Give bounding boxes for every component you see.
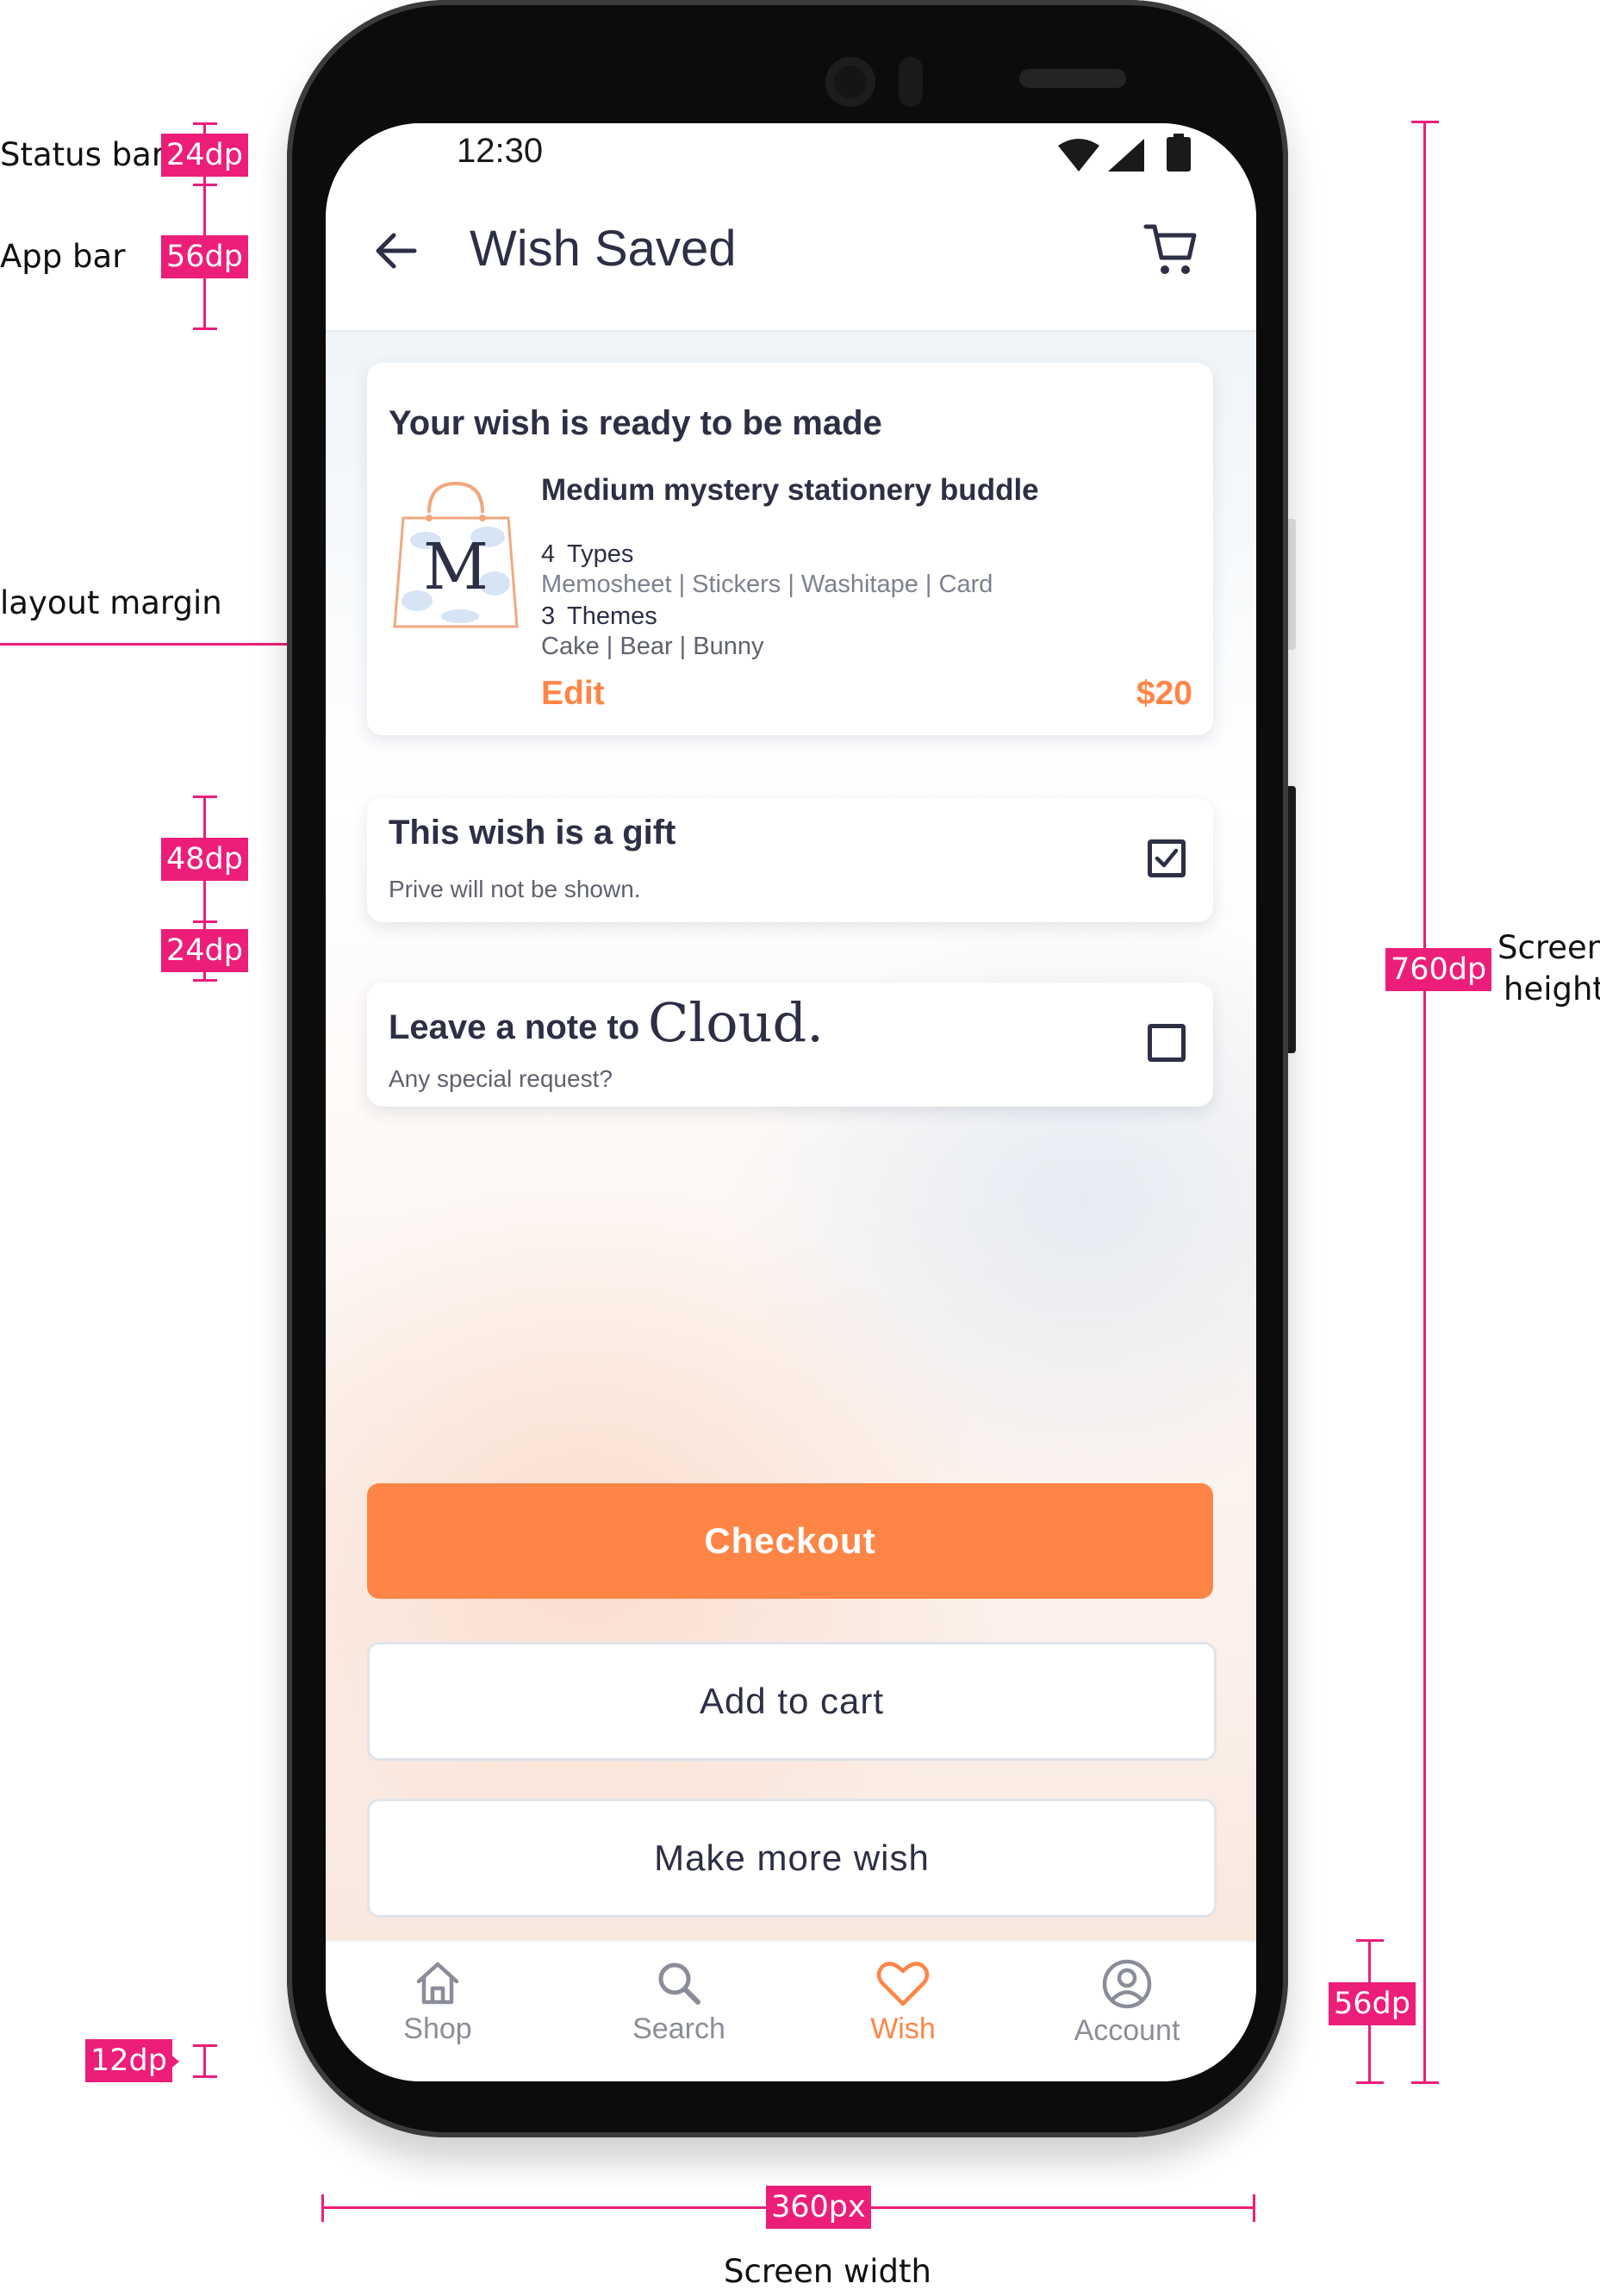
measure-tick (1356, 2081, 1384, 2084)
note-checkbox[interactable] (1148, 1024, 1186, 1062)
status-app-measure-line (203, 122, 206, 329)
note-subtitle: Any special request? (389, 1065, 613, 1092)
edit-link[interactable]: Edit (541, 675, 605, 713)
status-time: 12:30 (457, 132, 544, 170)
themes-list: Cake | Bear | Bunny (541, 633, 764, 660)
types-list: Memosheet | Stickers | Washitape | Card (541, 571, 993, 598)
camera-sensor (899, 57, 923, 107)
status-bar-annotation-label: Status bar (0, 136, 165, 173)
wifi-icon (1058, 139, 1099, 172)
measure-tick (321, 2194, 324, 2222)
home-icon (416, 1962, 459, 2005)
themes-count: 3 (541, 602, 556, 630)
nav-label-wish: Wish (870, 2012, 936, 2045)
mystery-bag-image: M (393, 481, 519, 628)
measure-tick (1356, 1939, 1384, 1942)
signal-icon (1108, 139, 1144, 172)
note-option-card[interactable]: Leave a note to Cloud. Any special reque… (367, 983, 1213, 1107)
measure-tick (193, 795, 217, 798)
price-label: $20 (1136, 675, 1192, 712)
types-count: 4 (541, 540, 556, 568)
page-title: Wish Saved (470, 221, 737, 277)
heart-icon (876, 1962, 930, 2006)
nav-item-search[interactable]: Search (567, 1959, 791, 2046)
nav-label-search: Search (632, 2012, 725, 2045)
measure-tick (193, 122, 217, 125)
screen-height-label-2: height (1504, 970, 1600, 1008)
gift-subtitle: Prive will not be shown. (389, 876, 641, 902)
gift-title: This wish is a gift (389, 814, 676, 852)
app-bar: Wish Saved (326, 185, 1256, 332)
gift-checkbox[interactable] (1148, 839, 1186, 877)
measure-tick (193, 2044, 217, 2047)
measure-tick (1411, 2081, 1439, 2084)
bottom-navigation: Shop Search Wish Account (326, 1940, 1256, 2081)
measure-tick (1253, 2194, 1255, 2222)
gap-48dp-tag: 48dp (161, 838, 248, 881)
front-camera (825, 57, 875, 107)
screen-height-label-1: Screen (1497, 929, 1600, 966)
app-bar-annotation-label: App bar (0, 238, 126, 275)
screen-width-px-tag: 360px (766, 2186, 871, 2229)
measure-tick (193, 184, 217, 186)
measure-tick (193, 2075, 217, 2078)
bottom-arrow-marker (169, 2053, 179, 2070)
screen-height-line (1423, 121, 1426, 2084)
layout-margin-annotation-label: layout margin (0, 584, 222, 621)
measure-tick (193, 979, 217, 982)
checkout-button[interactable]: Checkout (367, 1483, 1213, 1599)
bottom-12dp-tag: 12dp (85, 2039, 172, 2082)
nav-label-shop: Shop (403, 2012, 472, 2045)
arrow-left-icon[interactable] (373, 228, 418, 273)
make-more-wish-button[interactable]: Make more wish (367, 1799, 1217, 1918)
nav-item-account[interactable]: Account (1015, 1959, 1239, 2048)
shopping-cart-icon[interactable] (1142, 221, 1199, 278)
wish-card-heading: Your wish is ready to be made (389, 404, 882, 442)
bottom-nav-dp-tag: 56dp (1329, 1982, 1416, 2025)
measure-tick (193, 328, 217, 330)
screen-width-label: Screen width (724, 2253, 931, 2290)
wish-summary-card: Your wish is ready to be made M Medium m… (367, 363, 1213, 735)
gift-option-card[interactable]: This wish is a gift Prive will not be sh… (367, 798, 1213, 922)
phone-screen: 12:30 Wish Saved Your wish is ready to b… (326, 123, 1256, 2081)
themes-label: Themes (567, 602, 657, 630)
checkmark-icon (1155, 848, 1179, 868)
search-icon (658, 1962, 700, 2005)
screen-height-dp-tag: 760dp (1385, 948, 1492, 991)
status-bar: 12:30 (326, 123, 1256, 185)
measure-tick (193, 920, 217, 923)
gap-24dp-tag: 24dp (161, 929, 248, 972)
nav-label-account: Account (1074, 2014, 1180, 2047)
note-recipient: Cloud. (648, 991, 824, 1054)
product-name: Medium mystery stationery buddle (541, 473, 1039, 507)
measure-tick (1411, 121, 1439, 123)
bottom-measure-line (203, 2044, 206, 2077)
add-to-cart-button[interactable]: Add to cart (367, 1642, 1217, 1761)
battery-icon (1167, 134, 1191, 172)
note-title: Leave a note to (389, 1008, 640, 1046)
account-icon (1102, 1959, 1152, 2009)
types-label: Types (567, 540, 634, 568)
nav-item-shop[interactable]: Shop (326, 1959, 550, 2046)
nav-item-wish[interactable]: Wish (791, 1959, 1015, 2046)
bag-letter: M (423, 530, 489, 604)
earpiece-speaker (1019, 69, 1126, 88)
